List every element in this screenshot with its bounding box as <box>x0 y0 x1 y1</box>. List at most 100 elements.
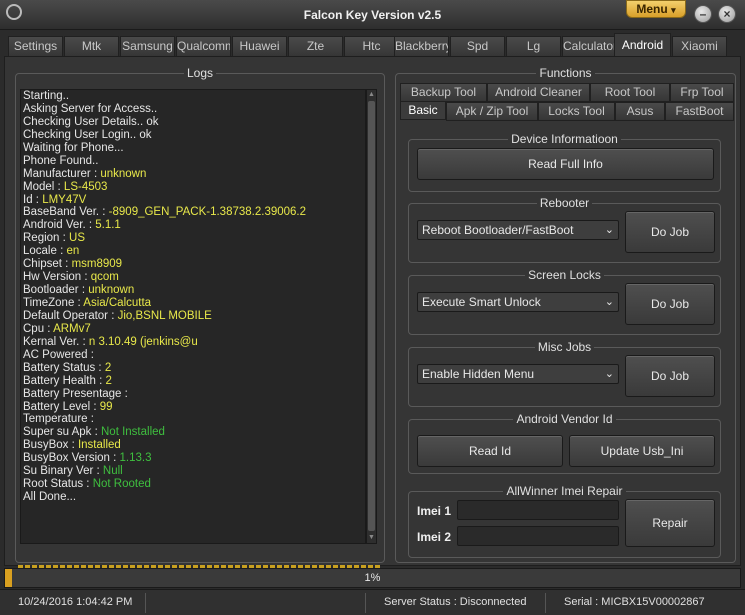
log-line: Starting.. <box>21 90 365 103</box>
log-key: Battery Health : <box>23 374 106 387</box>
log-value: unknown <box>100 167 147 180</box>
scroll-down-icon[interactable]: ▼ <box>367 533 376 543</box>
tab-basic[interactable]: Basic <box>400 101 446 120</box>
log-line: BusyBox Version : 1.13.3 <box>21 452 365 465</box>
log-key: Bootloader : <box>23 284 89 297</box>
tab-settings[interactable]: Settings <box>8 36 63 56</box>
log-line: Default Operator : Jio,BSNL MOBILE <box>21 310 365 323</box>
status-datetime: 10/24/2016 1:04:42 PM <box>0 593 146 613</box>
close-button[interactable]: × <box>718 5 736 23</box>
screen-locks-group: Screen Locks Execute Smart Unlock ⌄ Do Jo… <box>408 268 721 335</box>
log-line: Waiting for Phone... <box>21 142 365 155</box>
log-line: Id : LMY47V <box>21 194 365 207</box>
rebooter-group: Rebooter Reboot Bootloader/FastBoot ⌄ Do … <box>408 196 721 263</box>
log-value: LMY47V <box>42 193 87 206</box>
log-value: -8909_GEN_PACK-1.38738.2.39006.2 <box>108 206 307 219</box>
log-line: Manufacturer : unknown <box>21 168 365 181</box>
chevron-down-icon: ⌄ <box>604 296 614 308</box>
tab-blackberry[interactable]: Blackberry <box>394 36 449 56</box>
log-line: Checking User Login.. ok <box>21 129 365 142</box>
tab-locks-tool[interactable]: Locks Tool <box>538 102 615 121</box>
log-line: Asking Server for Access.. <box>21 103 365 116</box>
tab-backup-tool[interactable]: Backup Tool <box>400 83 487 102</box>
repair-button[interactable]: Repair <box>625 499 715 547</box>
read-full-info-button[interactable]: Read Full Info <box>417 148 714 180</box>
log-key: Hw Version : <box>23 271 91 284</box>
tab-apk-zip-tool[interactable]: Apk / Zip Tool <box>446 102 538 121</box>
read-id-button[interactable]: Read Id <box>417 435 563 467</box>
log-value: US <box>69 232 86 245</box>
log-line: All Done... <box>21 491 365 504</box>
log-scrollbar[interactable]: ▲ ▼ <box>366 89 377 544</box>
misc-jobs-group: Misc Jobs Enable Hidden Menu ⌄ Do Job <box>408 340 721 407</box>
log-line: Android Ver. : 5.1.1 <box>21 219 365 232</box>
tab-huawei[interactable]: Huawei <box>232 36 287 56</box>
logs-title: Logs <box>183 66 217 80</box>
misc-jobs-do-job-button[interactable]: Do Job <box>625 355 715 397</box>
log-value: Jio,BSNL MOBILE <box>117 309 212 322</box>
screen-locks-title: Screen Locks <box>525 268 604 282</box>
screen-lock-select[interactable]: Execute Smart Unlock ⌄ <box>417 292 619 312</box>
log-value: LS-4503 <box>63 180 108 193</box>
imei2-input[interactable] <box>457 526 619 546</box>
reboot-mode-value: Reboot Bootloader/FastBoot <box>422 223 574 237</box>
main-panel: Logs Starting.. Asking Server for Access.… <box>4 56 741 574</box>
tab-spd[interactable]: Spd <box>450 36 505 56</box>
log-key: Android Ver. : <box>23 219 96 232</box>
log-value: n 3.10.49 (jenkins@u <box>88 335 198 348</box>
tab-samsung[interactable]: Samsung <box>120 36 175 56</box>
title-bar: Falcon Key Version v2.5 Menu ▾ – × <box>0 0 745 30</box>
log-line: Model : LS-4503 <box>21 181 365 194</box>
minimize-button[interactable]: – <box>694 5 712 23</box>
screen-locks-do-job-button[interactable]: Do Job <box>625 283 715 325</box>
tab-android-cleaner[interactable]: Android Cleaner <box>487 83 590 102</box>
misc-job-select[interactable]: Enable Hidden Menu ⌄ <box>417 364 619 384</box>
tab-xiaomi[interactable]: Xiaomi <box>672 36 727 56</box>
tab-android[interactable]: Android <box>614 33 671 56</box>
log-value: Installed <box>77 439 121 452</box>
rebooter-do-job-button[interactable]: Do Job <box>625 211 715 253</box>
tab-fastboot[interactable]: FastBoot <box>665 102 734 121</box>
status-serial: Serial : MICBX15V00002867 <box>564 596 705 608</box>
tab-htc[interactable]: Htc <box>344 36 399 56</box>
log-line: Phone Found.. <box>21 155 365 168</box>
tab-root-tool[interactable]: Root Tool <box>590 83 670 102</box>
chevron-down-icon: ⌄ <box>604 224 614 236</box>
log-key: TimeZone : <box>23 297 84 309</box>
reboot-mode-select[interactable]: Reboot Bootloader/FastBoot ⌄ <box>417 220 619 240</box>
scroll-up-icon[interactable]: ▲ <box>367 90 376 100</box>
tab-asus[interactable]: Asus <box>615 102 665 121</box>
imei1-input[interactable] <box>457 500 619 520</box>
log-key: Starting.. <box>23 90 70 102</box>
menu-button[interactable]: Menu ▾ <box>626 0 686 18</box>
log-line: Root Status : Not Rooted <box>21 478 365 491</box>
imei1-label: Imei 1 <box>417 504 452 518</box>
menu-button-label: Menu <box>636 2 668 16</box>
tab-qualcomm[interactable]: Qualcomm <box>176 36 231 56</box>
log-line: Bootloader : unknown <box>21 284 365 297</box>
log-line: Battery Health : 2 <box>21 375 365 388</box>
update-usb-ini-button[interactable]: Update Usb_Ini <box>569 435 715 467</box>
log-key: Root Status : <box>23 478 93 491</box>
log-value: unknown <box>88 284 135 297</box>
log-key: Asking Server for Access.. <box>23 102 158 115</box>
scroll-thumb[interactable] <box>368 101 375 531</box>
tab-calculator[interactable]: Calculator <box>562 36 617 56</box>
log-value: 1.13.3 <box>119 452 152 465</box>
rebooter-title: Rebooter <box>536 196 593 210</box>
log-key: Locale : <box>23 245 67 258</box>
tab-lg[interactable]: Lg <box>506 36 561 56</box>
log-key: BusyBox Version : <box>23 452 120 465</box>
log-value: 99 <box>99 400 113 413</box>
log-key: Waiting for Phone... <box>23 141 124 154</box>
tab-zte[interactable]: Zte <box>288 36 343 56</box>
close-icon: × <box>723 7 731 21</box>
log-value: Null <box>102 465 123 478</box>
log-line: Checking User Details.. ok <box>21 116 365 129</box>
log-line: Battery Presentage : <box>21 388 365 401</box>
tab-frp-tool[interactable]: Frp Tool <box>670 83 734 102</box>
tab-mtk[interactable]: Mtk <box>64 36 119 56</box>
log-key: Chipset : <box>23 258 72 271</box>
allwinner-imei-title: AllWinner Imei Repair <box>503 484 626 498</box>
log-value: Asia/Calcutta <box>83 297 152 309</box>
